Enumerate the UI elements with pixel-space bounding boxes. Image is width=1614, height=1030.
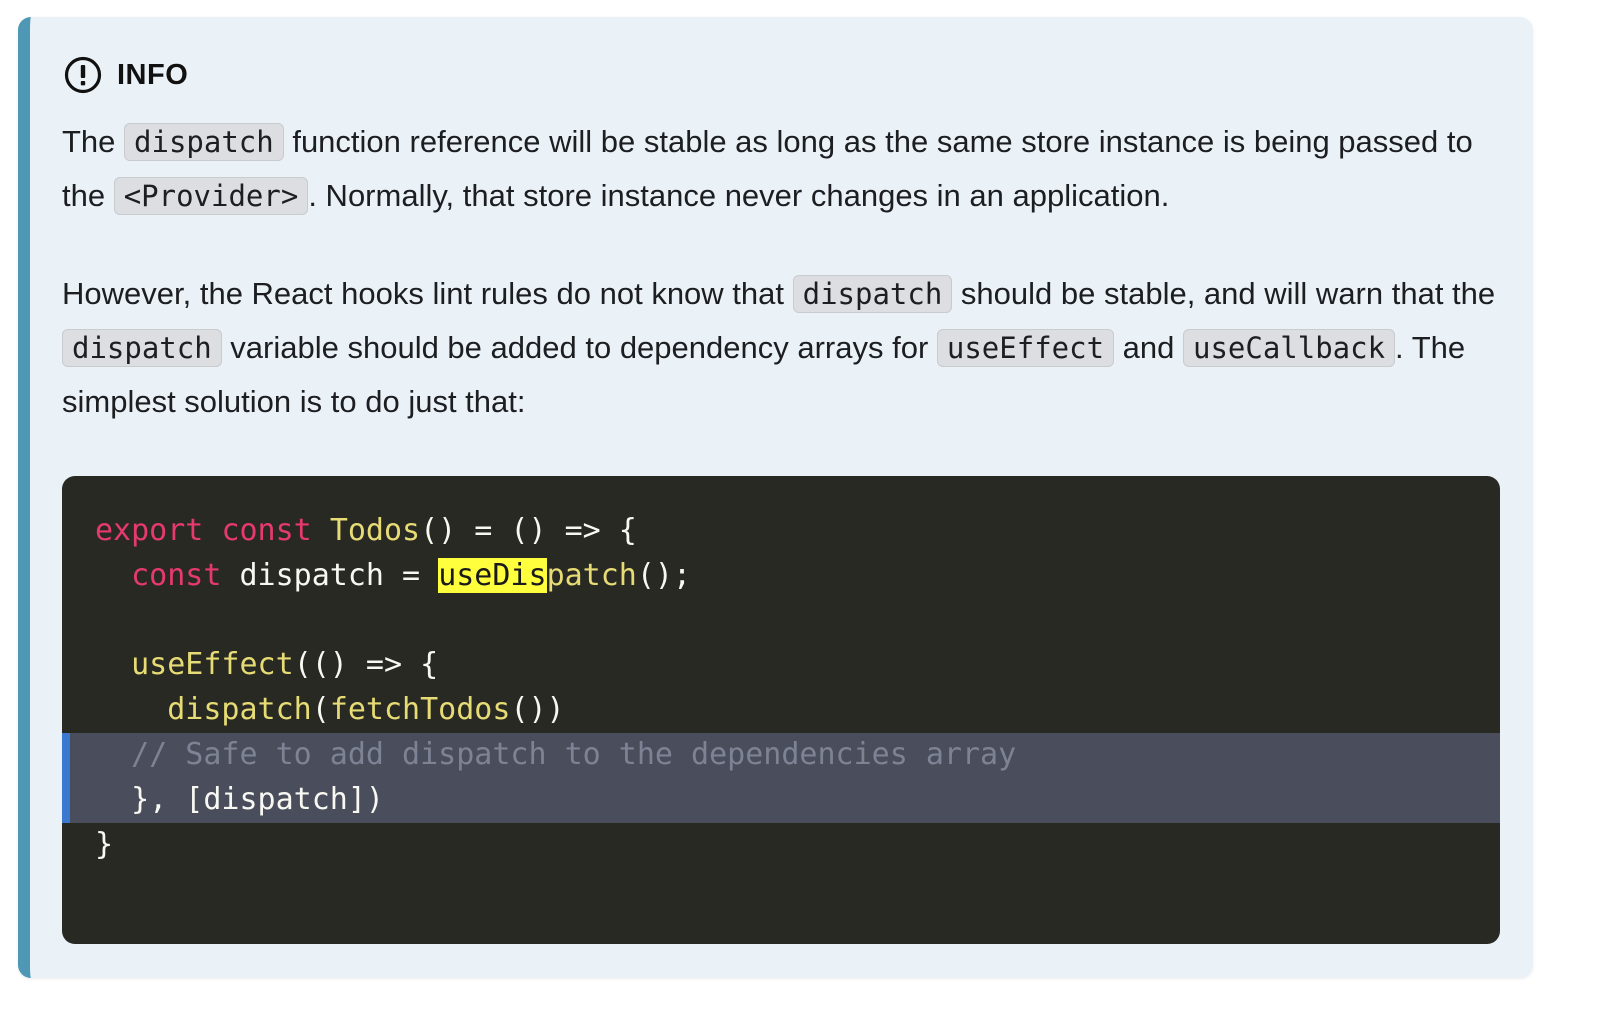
code-line: useEffect(() => {: [62, 643, 1500, 688]
paragraph-1: The dispatch function reference will be …: [62, 115, 1512, 223]
code-line: dispatch(fetchTodos()): [62, 688, 1500, 733]
code-token: dispatch =: [221, 557, 439, 593]
code-line: }: [62, 823, 1500, 868]
code-token: dispatch: [167, 692, 312, 728]
paragraph-text: However, the React hooks lint rules do n…: [62, 276, 793, 311]
code-token: useEffect: [131, 647, 294, 683]
paragraph-text: variable should be added to dependency a…: [221, 330, 937, 365]
code-token: Todos: [329, 513, 421, 548]
code-token: export: [95, 513, 204, 548]
admonition-header: INFO: [64, 55, 188, 95]
code-token: (: [311, 692, 330, 728]
paragraph-text: and: [1114, 330, 1183, 365]
code-token: fetchTodos: [329, 692, 511, 728]
code-block: export const Todos() = () => { const dis…: [62, 476, 1500, 944]
code-token: (() => {: [293, 647, 439, 683]
inline-code: dispatch: [62, 329, 222, 367]
code-token: }, [dispatch]): [95, 781, 384, 817]
paragraph-text: The: [62, 124, 125, 159]
inline-code: useEffect: [936, 329, 1115, 367]
inline-code: useCallback: [1182, 329, 1396, 367]
code-line: export const Todos() = () => {: [62, 509, 1500, 554]
code-token: ()): [510, 692, 565, 728]
admonition-title: INFO: [117, 58, 189, 91]
paragraph-text: should be stable, and will warn that the: [952, 276, 1496, 311]
code-line-highlighted: }, [dispatch]): [62, 777, 1500, 823]
code-line: const dispatch = useDispatch();: [62, 554, 1500, 599]
paragraph-text: . Normally, that store instance never ch…: [308, 178, 1170, 213]
paragraph-2: However, the React hooks lint rules do n…: [62, 267, 1512, 429]
code-token: // Safe to add dispatch to the dependenc…: [131, 736, 1017, 772]
code-line-highlighted: // Safe to add dispatch to the dependenc…: [62, 732, 1500, 778]
code-token: ();: [636, 557, 692, 593]
inline-code: dispatch: [792, 275, 953, 313]
code-token: }: [95, 826, 114, 862]
search-match-highlight: useDis: [438, 557, 547, 593]
info-admonition: INFO The dispatch function reference wil…: [18, 17, 1533, 978]
alert-circle-icon: [64, 56, 102, 94]
code-token: patch: [546, 557, 637, 593]
inline-code: <Provider>: [113, 177, 309, 215]
inline-code: dispatch: [124, 123, 284, 161]
admonition-body: The dispatch function reference will be …: [62, 115, 1512, 429]
code-token: const: [221, 513, 312, 548]
code-token: () = () => {: [420, 513, 637, 548]
code-lines: export const Todos() = () => { const dis…: [62, 509, 1500, 867]
code-token: const: [131, 557, 222, 593]
